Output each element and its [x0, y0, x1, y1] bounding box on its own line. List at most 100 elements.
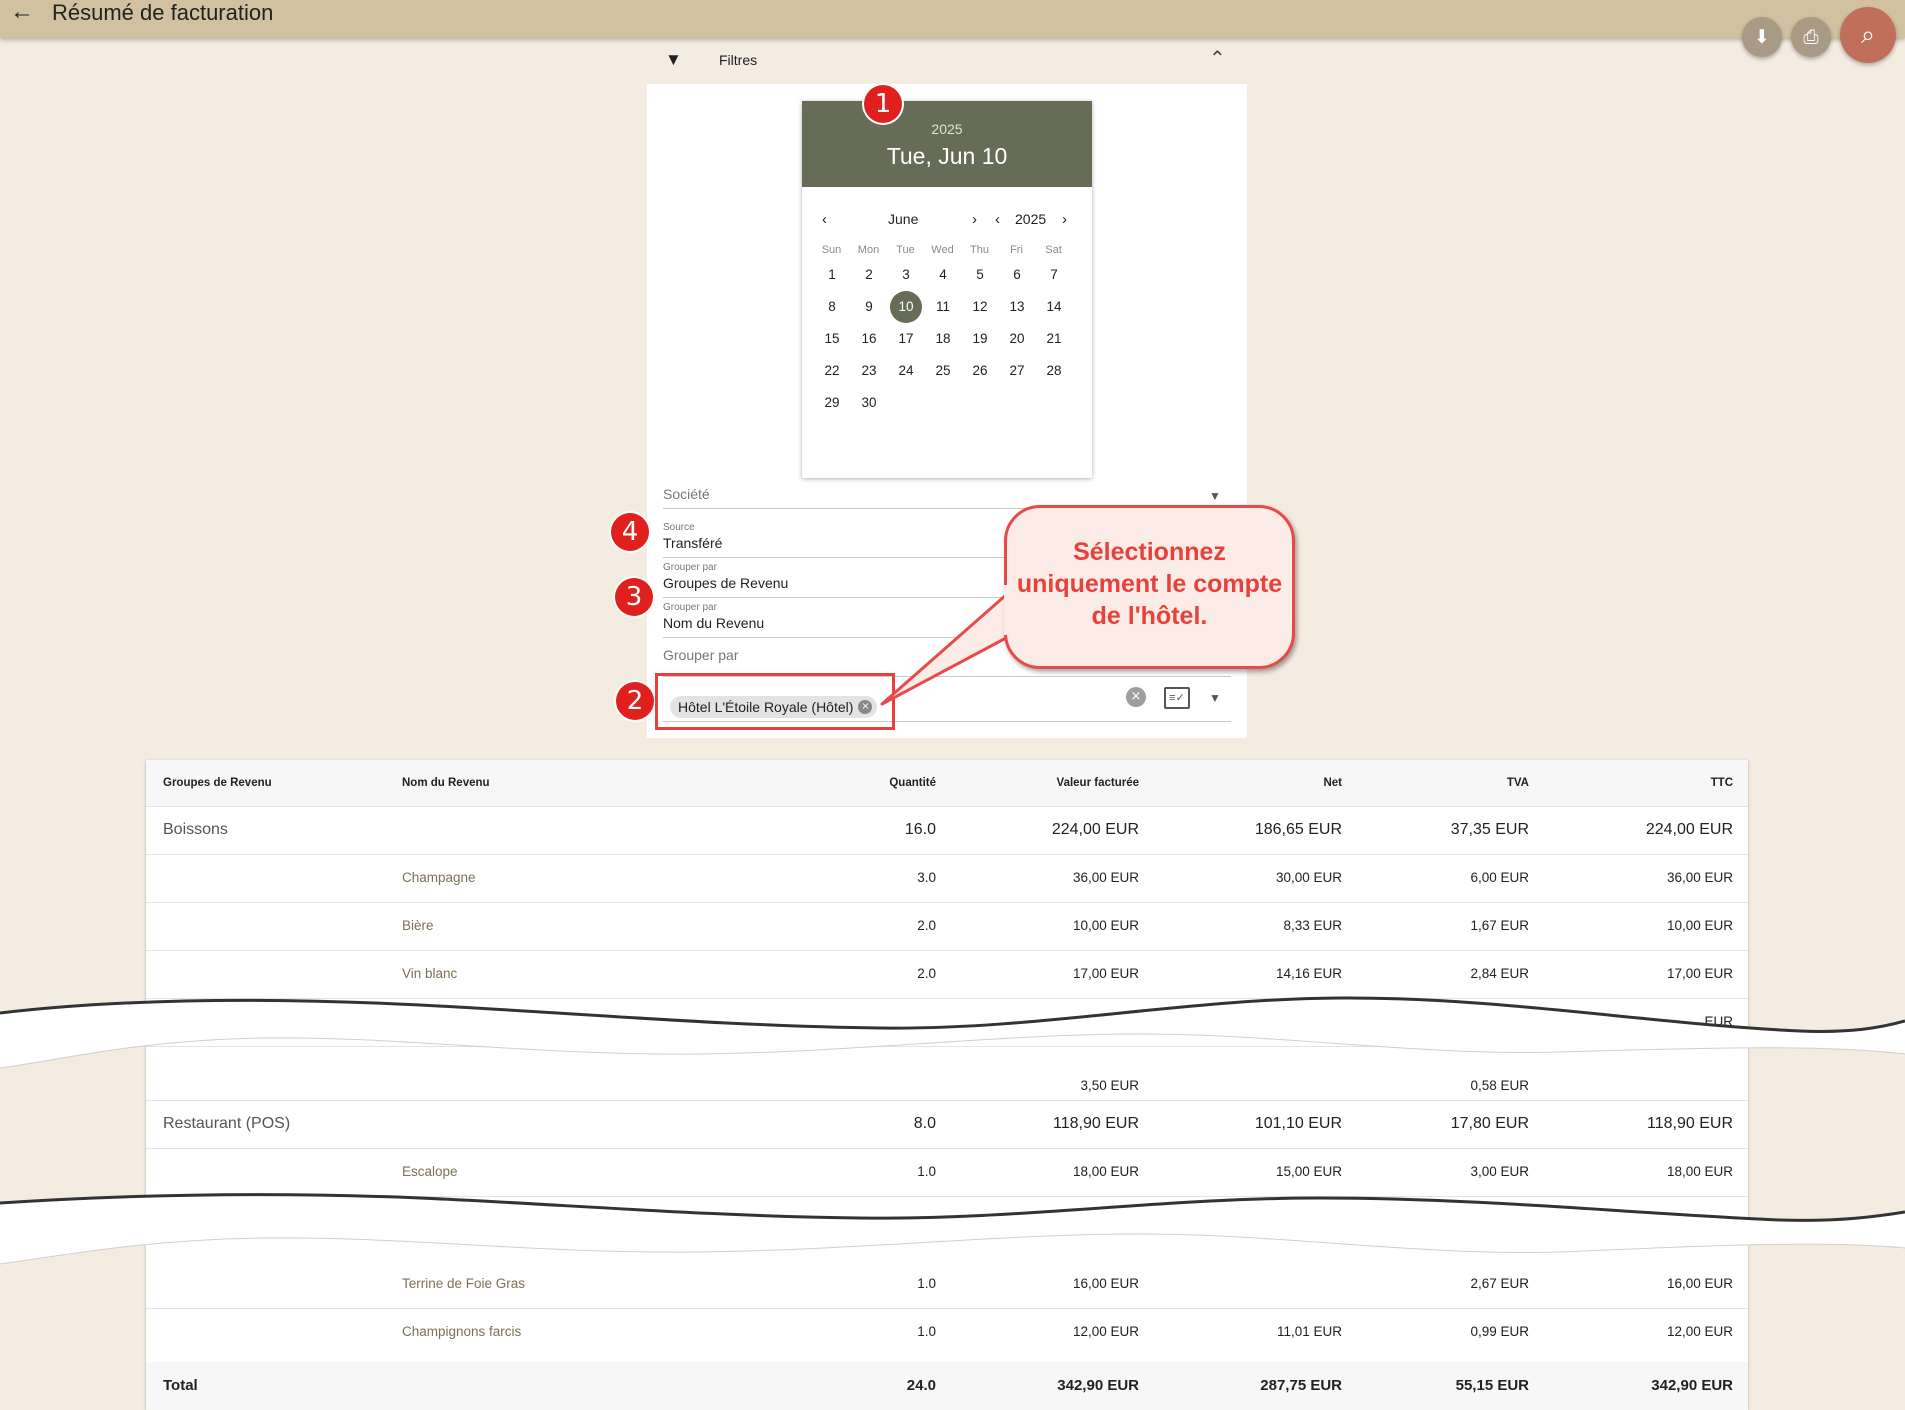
- calendar-day[interactable]: 16: [853, 323, 885, 355]
- month-label[interactable]: June: [888, 211, 918, 227]
- calendar-day[interactable]: 21: [1038, 323, 1070, 355]
- calendar-day[interactable]: 18: [927, 323, 959, 355]
- col-revenue-name[interactable]: Nom du Revenu: [402, 777, 490, 789]
- calendar-day[interactable]: 4: [927, 259, 959, 291]
- next-year-button[interactable]: ›: [1062, 211, 1067, 228]
- download-button[interactable]: ⬇: [1742, 17, 1782, 57]
- calendar-day[interactable]: 12: [964, 291, 996, 323]
- col-billed-value[interactable]: Valeur facturée: [1057, 777, 1139, 789]
- torn-edge-separator: [0, 996, 1905, 1069]
- account-dropdown-icon[interactable]: ▼: [1209, 691, 1221, 705]
- cell-net: 15,00 EUR: [1275, 1164, 1342, 1179]
- calendar-day[interactable]: 28: [1038, 355, 1070, 387]
- cell-billed-value: 224,00 EUR: [1051, 821, 1139, 838]
- cell-net: 8,33 EUR: [1283, 918, 1342, 933]
- clear-selection-icon[interactable]: ×: [1126, 687, 1146, 707]
- table-row[interactable]: Bière 2.0 10,00 EUR 8,33 EUR 1,67 EUR 10,00 E…: [146, 902, 1748, 951]
- prev-month-button[interactable]: ‹: [822, 211, 827, 228]
- calendar-day[interactable]: 8: [816, 291, 848, 323]
- calendar-day[interactable]: 5: [964, 259, 996, 291]
- cell-quantity: 3.0: [917, 870, 936, 885]
- search-button[interactable]: ⌕: [1840, 7, 1896, 63]
- date-picker-selected-date: Tue, Jun 10: [886, 143, 1008, 169]
- calendar-day[interactable]: 1: [816, 259, 848, 291]
- calendar-day[interactable]: 6: [1001, 259, 1033, 291]
- col-ttc[interactable]: TTC: [1711, 777, 1733, 789]
- date-picker: 2025 Tue, Jun 10 ‹ June › ‹ 2025 › Sun Mo…: [802, 101, 1092, 478]
- calendar-day[interactable]: 24: [890, 355, 922, 387]
- societe-dropdown-icon[interactable]: ▼: [1209, 489, 1221, 503]
- calendar-day[interactable]: 11: [927, 291, 959, 323]
- calendar-day[interactable]: 27: [1001, 355, 1033, 387]
- filters-toggle[interactable]: ▼ Filtres ⌃: [647, 44, 1247, 78]
- cell-net: 101,10 EUR: [1254, 1115, 1342, 1132]
- select-all-icon[interactable]: ≡✓: [1164, 687, 1190, 709]
- cell-ttc: 224,00 EUR: [1645, 821, 1733, 838]
- col-revenue-group[interactable]: Groupes de Revenu: [163, 777, 272, 789]
- cell-ttc: 12,00 EUR: [1666, 1324, 1733, 1339]
- table-row[interactable]: Champagne 3.0 36,00 EUR 30,00 EUR 6,00 EUR 36…: [146, 854, 1748, 903]
- chevron-up-icon[interactable]: ⌃: [1209, 46, 1226, 71]
- calendar-day[interactable]: 2: [853, 259, 885, 291]
- print-button[interactable]: ⎙: [1791, 17, 1831, 57]
- calendar-day[interactable]: 7: [1038, 259, 1070, 291]
- weekday-header: Wed: [931, 244, 954, 256]
- calendar-day[interactable]: 14: [1038, 291, 1070, 323]
- cell-billed-value: 18,00 EUR: [1072, 1164, 1139, 1179]
- cell-revenue-group: Restaurant (POS): [163, 1115, 291, 1132]
- next-month-button[interactable]: ›: [972, 211, 977, 228]
- calendar-day[interactable]: 23: [853, 355, 885, 387]
- highlight-box: [655, 673, 895, 730]
- prev-year-button[interactable]: ‹: [995, 211, 1000, 228]
- source-value[interactable]: Transféré: [663, 535, 722, 551]
- weekday-header: Mon: [857, 244, 880, 256]
- table-group-row[interactable]: Restaurant (POS) 8.0 118,90 EUR 101,10 EUR 1…: [146, 1100, 1748, 1149]
- cell-net: 186,65 EUR: [1254, 821, 1342, 838]
- col-net[interactable]: Net: [1323, 777, 1342, 789]
- step-badge-4: 4: [611, 513, 649, 551]
- calendar-day[interactable]: 30: [853, 387, 885, 419]
- calendar-day[interactable]: 3: [890, 259, 922, 291]
- cell-ttc: 10,00 EUR: [1666, 918, 1733, 933]
- group-by-2-value[interactable]: Nom du Revenu: [663, 615, 764, 631]
- calendar-day[interactable]: 29: [816, 387, 848, 419]
- cell-revenue-name: Champagne: [402, 870, 476, 885]
- torn-edge-separator: [0, 1193, 1905, 1265]
- callout-pointer: [880, 593, 1008, 706]
- calendar-day[interactable]: 13: [1001, 291, 1033, 323]
- cell-revenue-name: Bière: [402, 918, 434, 933]
- table-group-row[interactable]: Boissons 16.0 224,00 EUR 186,65 EUR 37,35 EU…: [146, 806, 1748, 855]
- date-picker-year[interactable]: 2025: [802, 121, 1092, 137]
- table-row[interactable]: Champignons farcis 1.0 12,00 EUR 11,01 EUR 0…: [146, 1308, 1748, 1363]
- cell-tva: 37,35 EUR: [1450, 821, 1529, 838]
- calendar-day-selected[interactable]: 10: [890, 291, 922, 323]
- cell-revenue-group: Boissons: [163, 821, 228, 838]
- calendar-day[interactable]: 17: [890, 323, 922, 355]
- cell-ttc: 118,90 EUR: [1647, 1115, 1733, 1132]
- group-by-1-value[interactable]: Groupes de Revenu: [663, 575, 788, 591]
- group-by-3-label: Grouper par: [663, 647, 739, 663]
- table-total-row: Total 24.0 342,90 EUR 287,75 EUR 55,15 E…: [146, 1362, 1748, 1410]
- print-icon: ⎙: [1803, 26, 1819, 48]
- cell-net: 30,00 EUR: [1275, 870, 1342, 885]
- download-icon: ⬇: [1754, 26, 1770, 48]
- calendar-day[interactable]: 15: [816, 323, 848, 355]
- back-arrow-icon[interactable]: ←: [10, 0, 40, 26]
- calendar-day[interactable]: 26: [964, 355, 996, 387]
- year-label[interactable]: 2025: [1015, 211, 1046, 227]
- cell-tva: 6,00 EUR: [1470, 870, 1529, 885]
- col-tva[interactable]: TVA: [1507, 777, 1529, 789]
- cell-net: 11,01 EUR: [1276, 1324, 1342, 1339]
- col-quantity[interactable]: Quantité: [889, 777, 936, 789]
- calendar-day[interactable]: 9: [853, 291, 885, 323]
- calendar-day[interactable]: 19: [964, 323, 996, 355]
- table-row[interactable]: Vin blanc 2.0 17,00 EUR 14,16 EUR 2,84 EUR 17…: [146, 950, 1748, 999]
- callout-pointer-joint: [1004, 585, 1012, 635]
- calendar-day[interactable]: 22: [816, 355, 848, 387]
- cell-ttc: 36,00 EUR: [1666, 870, 1733, 885]
- step-badge-2: 2: [616, 682, 654, 720]
- search-icon: ⌕: [1860, 20, 1875, 49]
- calendar-day[interactable]: 20: [1001, 323, 1033, 355]
- group-by-1-label: Grouper par: [663, 562, 717, 573]
- calendar-day[interactable]: 25: [927, 355, 959, 387]
